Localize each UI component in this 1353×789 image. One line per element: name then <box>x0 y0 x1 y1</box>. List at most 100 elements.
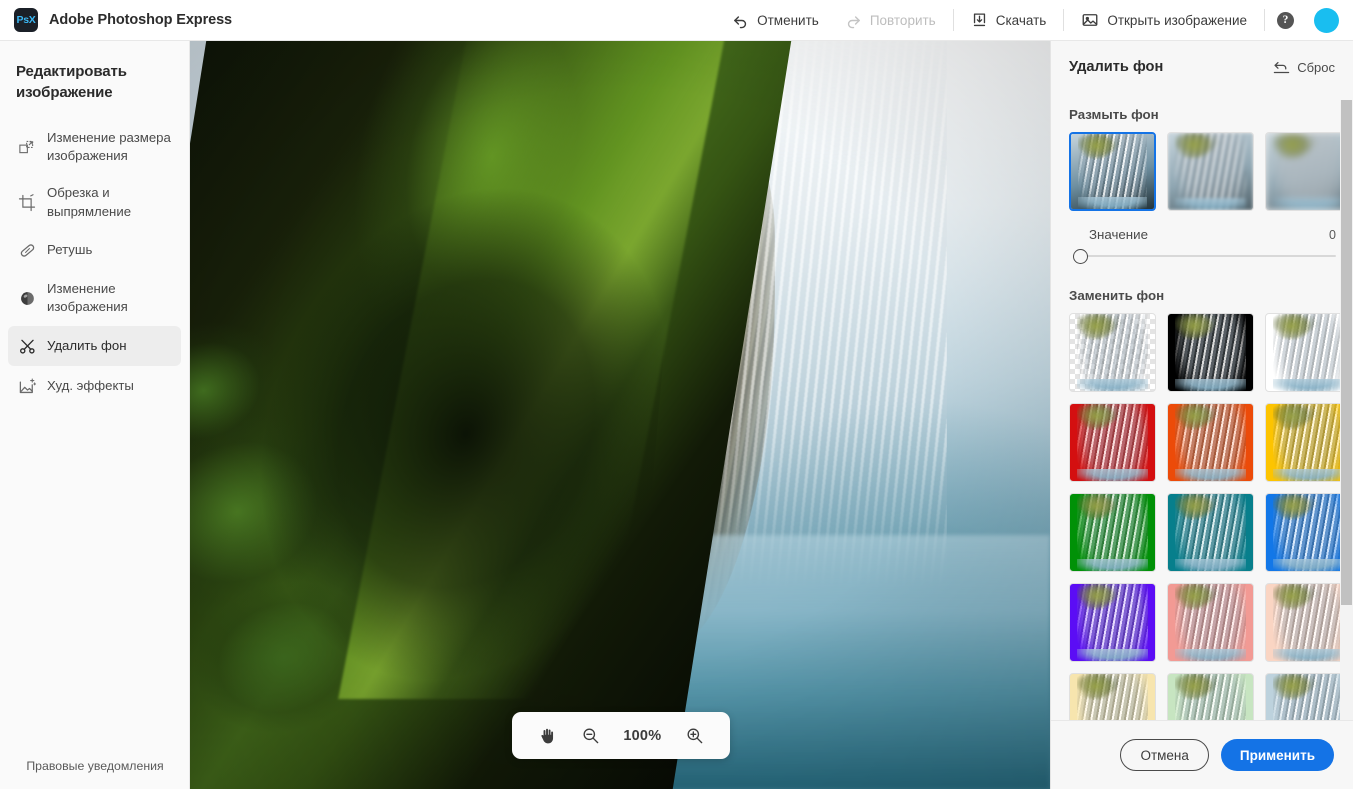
hand-icon[interactable] <box>538 726 557 745</box>
brand: PsX Adobe Photoshop Express <box>0 8 232 32</box>
header-actions: Отменить Повторить Скачать Открыть изобр… <box>719 0 1353 41</box>
undo-label: Отменить <box>757 12 819 28</box>
waterfall-photo <box>190 41 1050 789</box>
swatch-transparent[interactable] <box>1069 313 1156 392</box>
sidebar-item-label: Изменение изображения <box>47 280 128 315</box>
crop-icon <box>17 193 37 213</box>
panel-footer: Отмена Применить <box>1051 720 1353 789</box>
swatch-blue[interactable] <box>1265 493 1352 572</box>
slider-handle[interactable] <box>1073 249 1088 264</box>
download-icon <box>971 12 988 29</box>
redo-label: Повторить <box>869 12 936 28</box>
thumb-preview <box>1168 133 1253 210</box>
sidebar-item-remove-background[interactable]: Удалить фон <box>8 326 181 366</box>
thumb-preview <box>1168 584 1253 661</box>
photoshop-express-logo: PsX <box>14 8 38 32</box>
avatar[interactable] <box>1314 7 1339 33</box>
thumb-preview <box>1266 133 1351 210</box>
download-label: Скачать <box>995 12 1047 28</box>
swatch-orange[interactable] <box>1167 403 1254 482</box>
reset-label: Сброс <box>1297 59 1335 75</box>
sidebar-nav: Изменение размера изображения Обрезка и … <box>0 120 189 406</box>
header-divider-3 <box>1264 9 1265 31</box>
sidebar-item-label: Худ. эффекты <box>47 377 134 393</box>
sidebar-item-retouch[interactable]: Ретушь <box>8 231 181 271</box>
reset-icon <box>1273 60 1290 75</box>
thumb-preview <box>1168 314 1253 391</box>
sidebar-item-resize[interactable]: Изменение размера изображения <box>8 120 181 175</box>
swatch-teal[interactable] <box>1167 493 1254 572</box>
sidebar-item-adjust[interactable]: Изменение изображения <box>8 271 181 326</box>
open-image-icon <box>1081 11 1099 29</box>
cancel-button[interactable]: Отмена <box>1120 739 1209 771</box>
scissors-icon <box>17 336 37 356</box>
help-button[interactable]: ? <box>1269 0 1302 41</box>
thumb-preview <box>1070 404 1155 481</box>
zoom-out-icon[interactable] <box>581 726 600 745</box>
blur-section-label: Размыть фон <box>1069 107 1159 122</box>
panel-scroll-area: Размыть фон Значение 0 Заменить фон <box>1051 93 1353 743</box>
thumb-preview <box>1070 584 1155 661</box>
swatch-salmon[interactable] <box>1167 583 1254 662</box>
sidebar-item-crop[interactable]: Обрезка и выпрямление <box>8 175 181 230</box>
apply-button[interactable]: Применить <box>1220 739 1334 771</box>
blur-option-strong[interactable] <box>1265 132 1352 211</box>
value-label: Значение <box>1089 227 1148 242</box>
app-header: PsX Adobe Photoshop Express Отменить Пов… <box>0 0 1353 41</box>
value-number: 0 <box>1329 228 1336 242</box>
adjust-icon <box>17 288 37 308</box>
replace-background-swatches <box>1051 313 1353 743</box>
thumb-preview <box>1266 584 1351 661</box>
blur-slider[interactable] <box>1051 242 1353 270</box>
sidebar-item-label: Ретушь <box>47 242 93 258</box>
swatch-black[interactable] <box>1167 313 1254 392</box>
thumb-preview <box>1070 494 1155 571</box>
thumb-preview <box>1168 404 1253 481</box>
replace-section-label: Заменить фон <box>1069 288 1165 303</box>
swatch-violet[interactable] <box>1069 583 1156 662</box>
open-image-button[interactable]: Открыть изображение <box>1068 0 1260 41</box>
sidebar-item-effects[interactable]: Худ. эффекты <box>8 366 181 406</box>
value-row: Значение 0 <box>1051 211 1353 242</box>
swatch-yellow[interactable] <box>1265 403 1352 482</box>
swatch-red[interactable] <box>1069 403 1156 482</box>
zoom-level: 100% <box>623 727 662 744</box>
blur-option-none[interactable] <box>1069 132 1156 211</box>
swatch-white[interactable] <box>1265 313 1352 392</box>
redo-icon <box>845 12 862 29</box>
swatch-green[interactable] <box>1069 493 1156 572</box>
redo-button[interactable]: Повторить <box>832 0 949 41</box>
swatch-peach[interactable] <box>1265 583 1352 662</box>
app-title: Adobe Photoshop Express <box>49 12 233 28</box>
thumb-preview <box>1070 314 1155 391</box>
undo-button[interactable]: Отменить <box>719 0 832 41</box>
thumb-preview <box>1168 494 1253 571</box>
sidebar-item-label: Удалить фон <box>47 337 127 353</box>
scrollbar-thumb[interactable] <box>1341 100 1352 605</box>
remove-background-panel: Удалить фон Сброс Размыть фон Значение 0… <box>1050 41 1353 789</box>
photoshop-express-app: PsX Adobe Photoshop Express Отменить Пов… <box>0 0 1353 789</box>
sidebar-item-label: Обрезка и выпрямление <box>47 185 132 219</box>
panel-title: Удалить фон <box>1069 59 1164 75</box>
retouch-icon <box>17 241 37 261</box>
sidebar-item-label: Изменение размера изображения <box>47 129 171 164</box>
image-canvas[interactable]: 100% <box>190 41 1050 789</box>
help-icon: ? <box>1277 11 1294 29</box>
zoom-in-icon[interactable] <box>685 726 704 745</box>
blur-option-medium[interactable] <box>1167 132 1254 211</box>
thumb-preview <box>1071 134 1154 209</box>
reset-button[interactable]: Сброс <box>1273 60 1335 75</box>
slider-track <box>1079 255 1336 257</box>
header-divider-1 <box>952 9 954 31</box>
undo-icon <box>732 12 749 29</box>
panel-header: Удалить фон Сброс <box>1051 41 1353 75</box>
resize-icon <box>17 137 37 157</box>
effects-icon <box>17 376 37 396</box>
legal-notices-link[interactable]: Правовые уведомления <box>0 759 190 773</box>
open-image-label: Открыть изображение <box>1107 12 1247 28</box>
download-button[interactable]: Скачать <box>958 0 1060 41</box>
zoom-toolbar: 100% <box>512 712 730 759</box>
panel-scrollbar[interactable] <box>1340 100 1353 760</box>
sidebar-title: Редактировать изображение <box>16 63 127 102</box>
header-divider-2 <box>1063 9 1065 31</box>
